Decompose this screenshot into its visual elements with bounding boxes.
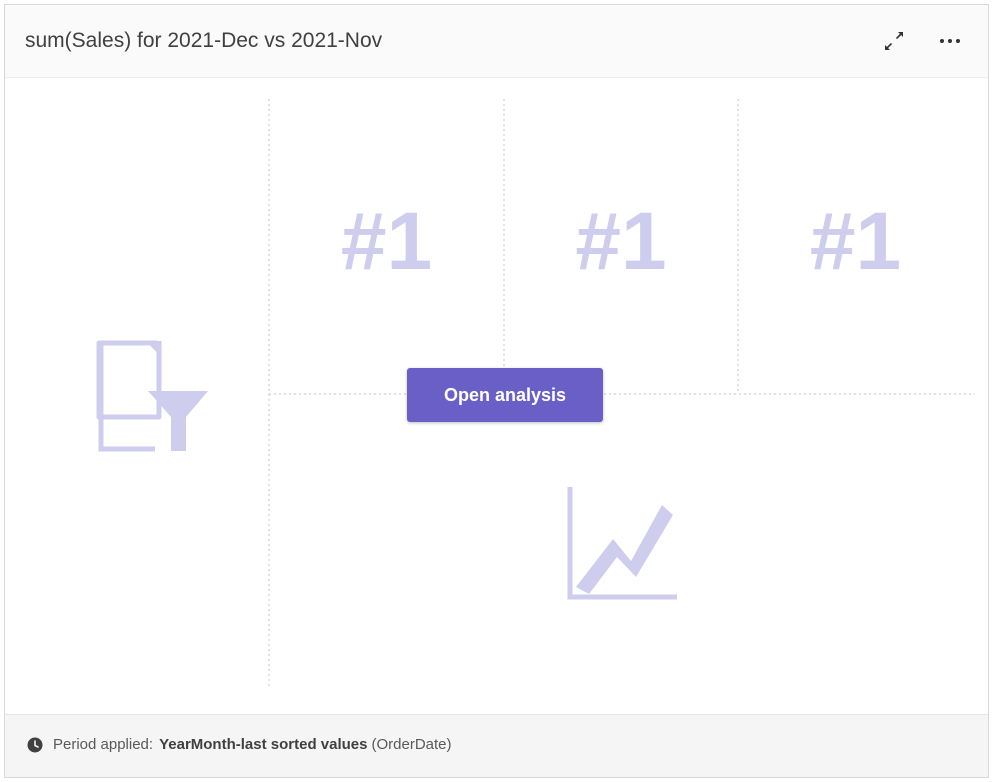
expand-button[interactable]: [878, 25, 910, 57]
placeholder-area: #1 #1 #1 Open analysis: [5, 77, 988, 717]
period-info: Period applied: YearMonth-last sorted va…: [27, 736, 452, 753]
line-chart-icon: [567, 487, 677, 600]
card-title: sum(Sales) for 2021-Dec vs 2021-Nov: [25, 29, 383, 52]
filter-icon: [96, 340, 208, 452]
card-footer: Period applied: YearMonth-last sorted va…: [5, 714, 988, 777]
kpi-placeholder: #1: [809, 196, 902, 287]
kpi-placeholder: #1: [575, 196, 667, 287]
card-header: sum(Sales) for 2021-Dec vs 2021-Nov: [5, 5, 988, 78]
period-label: Period applied:: [53, 736, 154, 753]
period-value: YearMonth-last sorted values: [159, 736, 368, 753]
open-analysis-button[interactable]: Open analysis: [407, 368, 603, 422]
more-options-button[interactable]: [934, 25, 966, 57]
more-options-icon: [940, 39, 960, 43]
expand-icon: [885, 32, 903, 50]
clock-icon: [27, 737, 43, 752]
kpi-placeholder: #1: [340, 196, 433, 287]
period-field: (OrderDate): [371, 736, 452, 753]
analysis-card: sum(Sales) for 2021-Dec vs 2021-Nov #1 #…: [4, 4, 989, 778]
